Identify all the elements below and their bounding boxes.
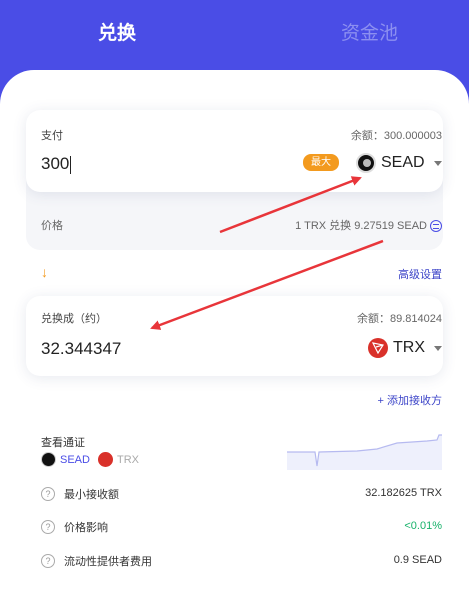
tab-pool[interactable]: 资金池 <box>341 22 398 46</box>
pay-label: 支付 <box>41 130 63 142</box>
chevron-down-icon[interactable] <box>434 161 442 166</box>
add-receiver-link[interactable]: + 添加接收方 <box>378 394 442 408</box>
route-path[interactable]: SEAD TRX <box>41 452 139 467</box>
max-button[interactable]: 最大 <box>303 154 339 171</box>
pay-card <box>26 110 443 192</box>
sead-logo-icon <box>356 153 376 173</box>
min-received-row: ? 最小接收额 <box>41 486 119 502</box>
min-received-label: 最小接收额 <box>64 489 119 501</box>
receive-token-symbol: TRX <box>393 339 425 356</box>
tron-logo-icon <box>368 338 388 358</box>
receive-token-selector[interactable]: TRX <box>368 338 425 358</box>
swap-rate-icon[interactable] <box>430 220 442 233</box>
pay-amount-value: 300 <box>41 154 70 173</box>
pay-token-symbol: SEAD <box>381 154 425 171</box>
question-icon[interactable]: ? <box>41 554 55 568</box>
pay-balance: 余额：300.000003 <box>350 130 442 142</box>
question-icon[interactable]: ? <box>41 520 55 534</box>
price-rate: 1 TRX 兑换 9.27519 SEAD <box>295 220 427 232</box>
sead-logo-icon <box>41 452 56 467</box>
tron-logo-icon <box>97 452 113 467</box>
route-from-token: SEAD <box>60 453 90 466</box>
advanced-settings-link[interactable]: 高级设置 <box>398 268 442 282</box>
price-value: 1 TRX 兑换 9.27519 SEAD <box>295 219 442 233</box>
price-impact-value: <0.01% <box>404 520 442 532</box>
pay-token-selector[interactable]: SEAD <box>356 153 425 173</box>
route-label: 查看通证 <box>41 437 85 449</box>
price-label: 价格 <box>41 220 63 232</box>
receive-balance: 余额：89.814024 <box>357 313 442 325</box>
lp-fee-row: ? 流动性提供者费用 <box>41 553 152 569</box>
question-icon[interactable]: ? <box>41 487 55 501</box>
pay-amount-input[interactable]: 300 <box>41 153 72 175</box>
price-sparkline <box>287 434 442 470</box>
lp-fee-label: 流动性提供者费用 <box>64 556 152 568</box>
price-impact-label: 价格影响 <box>64 522 108 534</box>
text-caret <box>70 155 72 174</box>
receive-label: 兑换成（约） <box>41 313 107 325</box>
receive-amount: 32.344347 <box>41 339 122 358</box>
chevron-down-icon[interactable] <box>434 346 442 351</box>
receive-card <box>26 296 443 376</box>
min-received-value: 32.182625 TRX <box>365 487 442 499</box>
arrow-down-icon: ↓ <box>41 264 48 280</box>
tab-swap[interactable]: 兑换 <box>98 22 136 46</box>
price-impact-row: ? 价格影响 <box>41 519 108 535</box>
route-to-token: TRX <box>116 453 139 466</box>
lp-fee-value: 0.9 SEAD <box>393 554 442 566</box>
